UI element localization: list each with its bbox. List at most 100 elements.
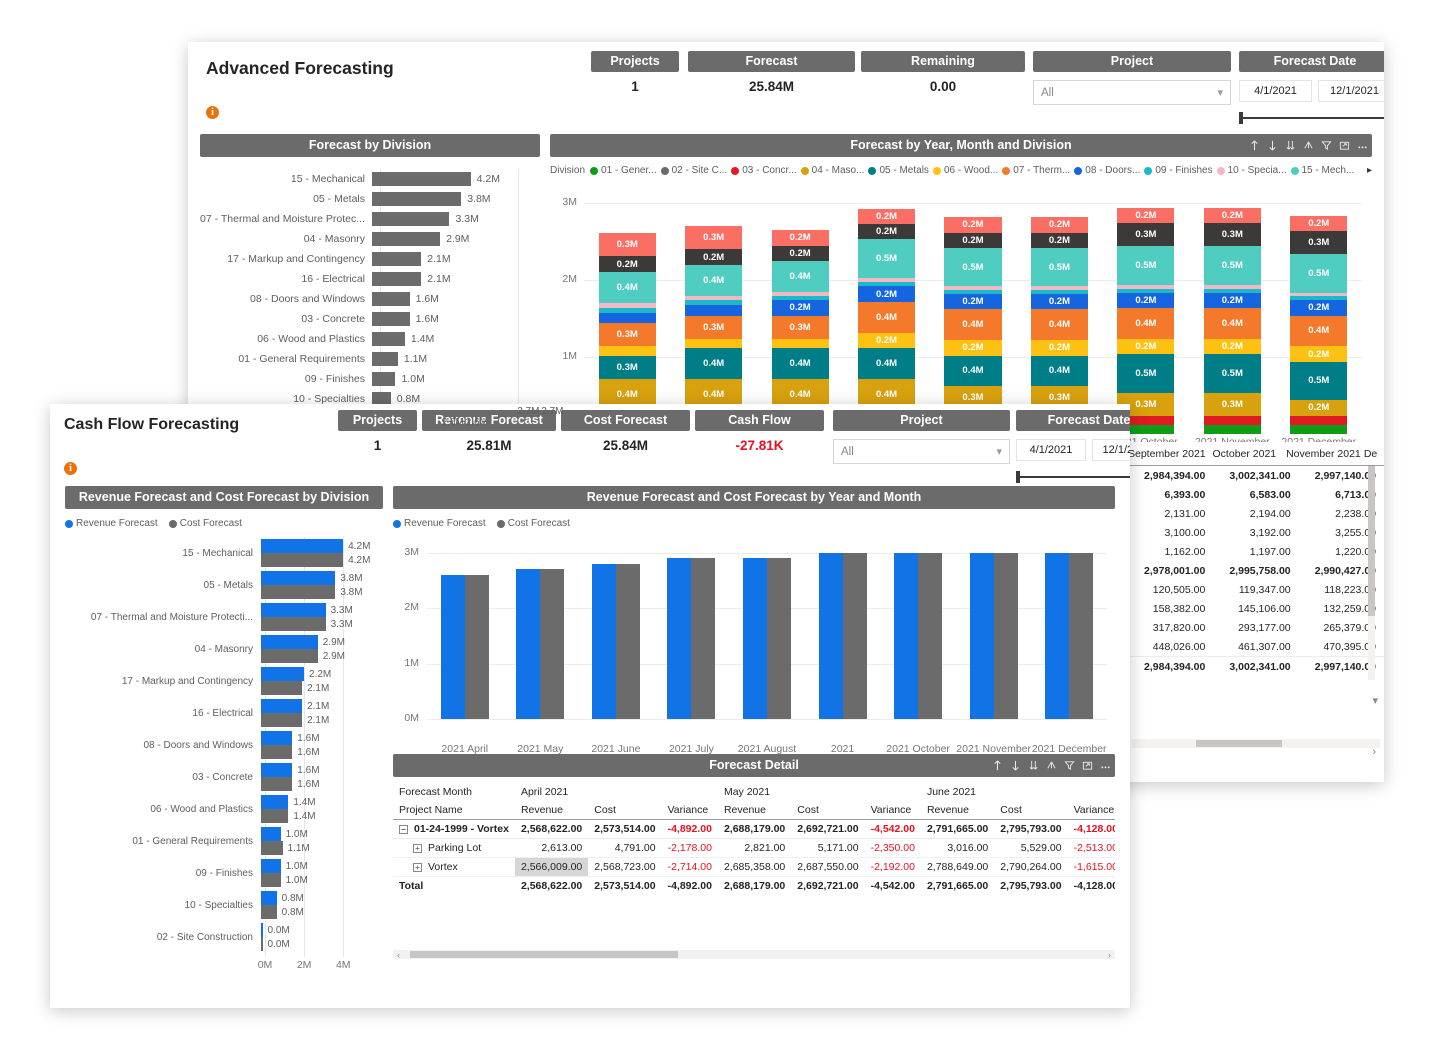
bar-group[interactable]: 04 - Masonry 2.9M 2.9M xyxy=(65,633,383,665)
forecast-by-month-division-chart[interactable]: 3M2M1M0.2M0.4M0.3M0.3M0.4M0.2M0.3M0.2M0.… xyxy=(550,184,1372,434)
revenue-bar[interactable]: 4.2M xyxy=(261,539,383,553)
date-start-input[interactable]: 4/1/2021 xyxy=(1239,80,1312,102)
stacked-column[interactable]: 0.2M0.3M0.4M0.2M0.4M0.2M0.5M0.2M0.2M xyxy=(1030,217,1088,434)
bar-row[interactable]: 16 - Electrical 2.1M xyxy=(200,269,540,289)
stack-segment[interactable] xyxy=(685,295,743,301)
side-matrix-column-header[interactable]: De xyxy=(1364,448,1384,460)
bar-fill[interactable] xyxy=(372,292,410,306)
revenue-bar[interactable]: 2.2M xyxy=(261,667,383,681)
side-matrix-hscrollbar[interactable] xyxy=(1132,739,1380,748)
revenue-bar[interactable]: 1.0M xyxy=(261,827,383,841)
revenue-column[interactable] xyxy=(969,552,994,719)
side-matrix-scroll-right-icon[interactable]: › xyxy=(1372,746,1376,758)
bar-fill[interactable] xyxy=(372,212,450,226)
stack-segment[interactable]: 0.4M xyxy=(944,355,1002,387)
side-matrix-row[interactable]: 120,505.00 119,347.00 118,223.00 xyxy=(1128,580,1384,599)
cost-column[interactable] xyxy=(842,552,867,719)
expand-icon[interactable]: + xyxy=(413,843,422,853)
drill-down-icon[interactable] xyxy=(1010,760,1021,772)
bar-group[interactable]: 08 - Doors and Windows 1.6M 1.6M xyxy=(65,729,383,761)
cost-column[interactable] xyxy=(464,575,489,719)
stack-segment[interactable]: 0.4M xyxy=(858,301,916,333)
slider-handle-left[interactable] xyxy=(1016,471,1020,483)
revenue-bar[interactable]: 1.6M xyxy=(261,763,383,777)
bar-fill[interactable] xyxy=(372,252,422,266)
stack-segment[interactable]: 0.2M xyxy=(1290,346,1348,362)
bar-fill[interactable] xyxy=(372,192,462,206)
stack-segment[interactable]: 0.4M xyxy=(1290,315,1348,347)
stack-segment[interactable]: 0.2M xyxy=(1203,338,1261,355)
matrix-row-header-cell[interactable]: −01-24-1999 - Vortex xyxy=(393,819,515,839)
stack-segment[interactable]: 0.2M xyxy=(1117,207,1175,224)
stack-segment[interactable]: 0.2M xyxy=(771,230,829,246)
stack-segment[interactable] xyxy=(1203,424,1261,434)
bar-fill[interactable] xyxy=(372,172,471,186)
stack-segment[interactable] xyxy=(858,277,916,282)
matrix-month-header[interactable]: April 2021 xyxy=(515,783,718,801)
bar-row[interactable]: 03 - Concrete 1.6M xyxy=(200,309,540,329)
stack-segment[interactable]: 0.2M xyxy=(944,294,1002,310)
stack-segment[interactable]: 0.2M xyxy=(944,232,1002,248)
revenue-bar[interactable]: 2.9M xyxy=(261,635,383,649)
stack-segment[interactable] xyxy=(771,291,829,296)
stack-segment[interactable]: 0.2M xyxy=(1117,292,1175,308)
revenue-cost-by-division-chart[interactable]: 15 - Mechanical 4.2M 4.2M 05 - Metals 3.8M 3.… xyxy=(65,537,383,957)
stack-segment[interactable] xyxy=(685,338,743,348)
bar-row[interactable]: 01 - General Requirements 1.1M xyxy=(200,349,540,369)
revenue-bar[interactable]: 1.4M xyxy=(261,795,383,809)
stack-segment[interactable]: 0.2M xyxy=(944,217,1002,233)
revenue-cost-by-month-chart[interactable]: 3M 2M 1M 0M 2.6M2.6M 2.7M2.7M 2.8M2.8M 2.9M2.9M… xyxy=(393,404,1115,741)
legend-item[interactable]: 02 - Site C... xyxy=(660,165,727,176)
hierarchy-icon[interactable] xyxy=(1303,140,1314,152)
side-matrix-column-header[interactable]: October 2021 xyxy=(1206,448,1283,460)
cost-bar[interactable]: 1.0M xyxy=(261,873,383,887)
legend-item[interactable]: 01 - Gener... xyxy=(590,165,657,176)
bar-group[interactable]: 10 - Specialties 0.8M 0.8M xyxy=(65,889,383,921)
stack-segment[interactable] xyxy=(598,302,656,308)
legend-item[interactable]: Revenue Forecast xyxy=(393,518,486,529)
stack-segment[interactable] xyxy=(1290,296,1348,301)
bar-row[interactable]: 17 - Markup and Contingency 2.1M xyxy=(200,249,540,269)
focus-mode-icon[interactable] xyxy=(1339,140,1350,152)
side-matrix-row[interactable]: 2,984,394.00 3,002,341.00 2,997,140.00 xyxy=(1128,656,1384,676)
cost-bar[interactable]: 2.1M xyxy=(261,681,383,695)
stack-segment[interactable]: 0.5M xyxy=(1117,246,1175,285)
revenue-column[interactable] xyxy=(743,558,767,719)
revenue-column[interactable] xyxy=(894,552,919,719)
matrix-measure-header[interactable]: Variance xyxy=(661,801,718,820)
stacked-column[interactable]: 0.2M0.3M0.4M0.2M0.4M0.2M0.5M0.2M0.2M xyxy=(944,217,1002,434)
drill-down-icon[interactable] xyxy=(1267,140,1278,152)
stack-segment[interactable]: 0.3M xyxy=(685,226,743,250)
stack-segment[interactable]: 0.4M xyxy=(858,347,916,379)
bar-row[interactable]: 07 - Thermal and Moisture Protec... 3.3M xyxy=(200,209,540,229)
bar-group[interactable]: 07 - Thermal and Moisture Protecti... 3.3… xyxy=(65,601,383,633)
revenue-bar[interactable]: 2.1M xyxy=(261,699,383,713)
stack-segment[interactable]: 0.2M xyxy=(1030,232,1088,248)
stack-segment[interactable] xyxy=(685,300,743,305)
bar-group[interactable]: 17 - Markup and Contingency 2.2M 2.1M xyxy=(65,665,383,697)
stack-segment[interactable] xyxy=(1203,284,1261,289)
date-range-slider[interactable] xyxy=(1239,112,1384,124)
stacked-column[interactable]: 0.2M0.4M0.4M0.2M0.4M0.2M0.5M0.2M0.2M xyxy=(858,208,916,434)
bar-fill[interactable] xyxy=(372,372,396,386)
cost-bar[interactable]: 2.1M xyxy=(261,713,383,727)
bar-row[interactable]: 08 - Doors and Windows 1.6M xyxy=(200,289,540,309)
revenue-column[interactable] xyxy=(1045,552,1070,719)
stack-segment[interactable] xyxy=(598,307,656,314)
stack-segment[interactable]: 0.4M xyxy=(598,271,656,303)
cost-bar[interactable]: 0.0M xyxy=(261,937,383,951)
side-matrix-table[interactable]: 2,984,394.00 3,002,341.00 2,997,140.00 6,39… xyxy=(1128,466,1384,676)
cost-column[interactable] xyxy=(540,569,565,719)
info-icon[interactable]: i xyxy=(64,462,77,475)
column-group[interactable]: 2.7M 2.7M xyxy=(516,406,565,719)
cost-bar[interactable]: 2.9M xyxy=(261,649,383,663)
side-matrix-column-header[interactable]: November 2021 xyxy=(1283,448,1364,460)
bar-row[interactable]: 15 - Mechanical 4.2M xyxy=(200,169,540,189)
bar-fill[interactable] xyxy=(372,352,398,366)
column-group[interactable]: 3.0M3.0M xyxy=(894,539,943,719)
stack-segment[interactable]: 0.3M xyxy=(598,323,656,347)
legend-item[interactable]: 05 - Metals xyxy=(868,165,929,176)
stack-segment[interactable]: 0.2M xyxy=(1030,294,1088,310)
legend-item[interactable]: 09 - Finishes xyxy=(1144,165,1213,176)
bar-fill[interactable] xyxy=(372,332,405,346)
